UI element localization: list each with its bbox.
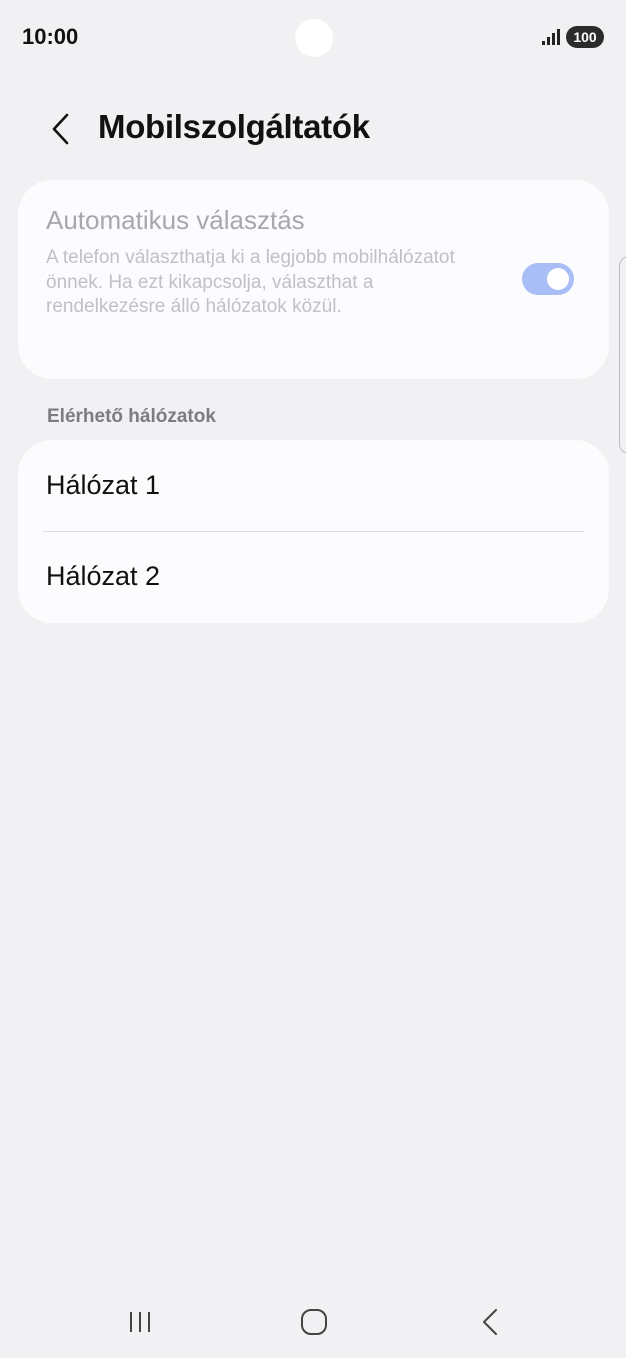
- back-icon: [483, 1309, 497, 1335]
- automatic-selection-toggle[interactable]: [522, 263, 574, 295]
- app-header: Mobilszolgáltatók: [0, 92, 626, 168]
- navigation-bar: [0, 1290, 626, 1354]
- available-networks-label: Elérhető hálózatok: [47, 406, 216, 427]
- automatic-selection-title: Automatikus választás: [46, 205, 305, 235]
- home-icon: [301, 1309, 327, 1335]
- network-list: Hálózat 1 Hálózat 2: [18, 440, 609, 623]
- status-time: 10:00: [22, 24, 79, 49]
- network-item-label: Hálózat 1: [46, 470, 161, 500]
- recents-icon: [130, 1312, 150, 1332]
- battery-level: 100: [573, 29, 597, 45]
- nav-back-button[interactable]: [465, 1302, 515, 1342]
- front-camera: [295, 19, 333, 57]
- chevron-left-icon: [52, 113, 69, 145]
- signal-icon: [542, 29, 560, 45]
- back-button[interactable]: [40, 106, 80, 152]
- network-item-1[interactable]: Hálózat 1: [18, 440, 609, 531]
- scroll-indicator[interactable]: [619, 256, 626, 454]
- network-item-2[interactable]: Hálózat 2: [18, 531, 609, 622]
- status-bar: 10:00 100: [0, 0, 626, 78]
- recents-button[interactable]: [115, 1302, 165, 1342]
- home-button[interactable]: [289, 1302, 339, 1342]
- automatic-selection-card[interactable]: Automatikus választás A telefon választh…: [18, 180, 609, 379]
- battery-icon: 100: [566, 26, 604, 48]
- automatic-selection-description: A telefon választhatja ki a legjobb mobi…: [46, 247, 455, 317]
- page-title: Mobilszolgáltatók: [98, 108, 370, 145]
- toggle-knob: [547, 268, 569, 290]
- network-item-label: Hálózat 2: [46, 561, 161, 591]
